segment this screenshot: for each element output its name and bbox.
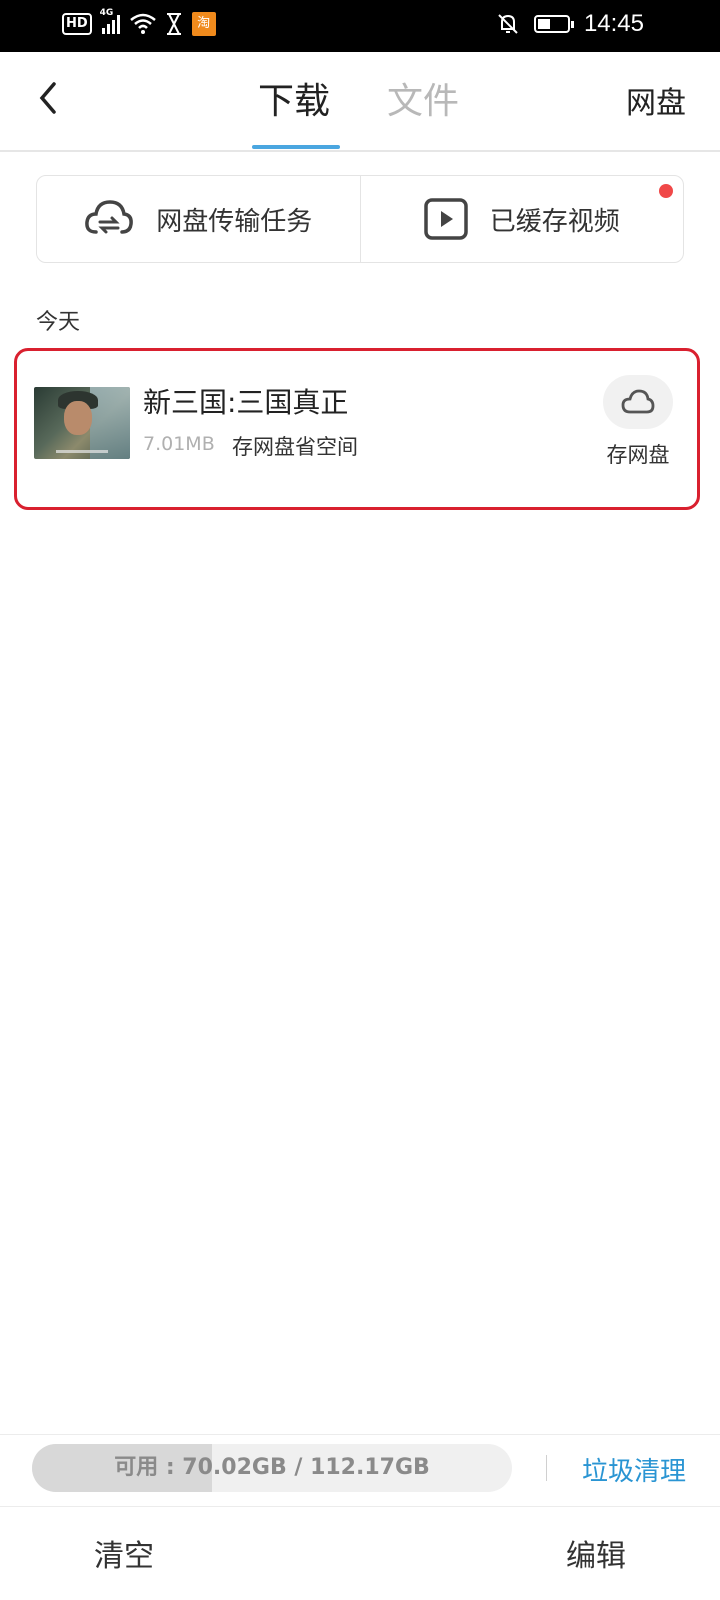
item-note: 存网盘省空间 [232,435,358,459]
notification-dot [659,184,673,198]
edit-button[interactable]: 编辑 [566,1531,626,1575]
tab-files[interactable]: 文件 [387,78,459,126]
item-title: 新三国:三国真正 [143,386,349,419]
cached-videos-label: 已缓存视频 [489,206,620,237]
cloud-transfer-label: 网盘传输任务 [156,206,313,237]
top-navigation: 下载 文件 网盘 [0,52,720,152]
mute-bell-icon [498,14,518,34]
wifi-icon [129,13,156,34]
download-item[interactable]: 新三国:三国真正 7.01MB 存网盘省空间 存网盘 [14,348,700,510]
save-to-cloud-button[interactable] [603,375,673,429]
bottom-action-bar: 清空 编辑 [0,1506,720,1600]
status-right: 14:45 [496,10,644,38]
cloud-icon [621,389,655,414]
cloud-transfer-card[interactable]: 网盘传输任务 [37,176,360,262]
storage-text: 可用 : 70.02GB / 112.17GB [114,1455,430,1480]
video-play-icon [423,198,468,240]
storage-area: 可用 : 70.02GB / 112.17GB 垃圾清理 [0,1434,720,1506]
network-type: 4G [99,8,114,18]
status-left: HD 4G 淘 [62,8,216,36]
tab-download[interactable]: 下载 [258,78,330,126]
status-time: 14:45 [583,10,644,37]
cached-videos-card[interactable]: 已缓存视频 [359,176,684,262]
status-bar: HD 4G 淘 14:45 [0,0,720,52]
quick-cards: 网盘传输任务 已缓存视频 [36,175,684,263]
hd-icon: HD [62,13,92,35]
cloud-transfer-icon [85,200,134,234]
divider [546,1455,547,1481]
back-button[interactable] [36,78,76,126]
junk-clean-link[interactable]: 垃圾清理 [582,1451,686,1488]
cloud-disk-link[interactable]: 网盘 [626,84,686,124]
taobao-app-icon: 淘 [191,12,216,36]
chevron-left-icon [39,82,56,114]
hourglass-icon [166,13,181,35]
item-size: 7.01MB [143,433,215,455]
video-thumbnail [34,387,130,459]
save-to-cloud-label[interactable]: 存网盘 [603,439,673,469]
signal-icon: 4G [100,8,120,34]
battery-icon [533,15,574,33]
storage-progress: 可用 : 70.02GB / 112.17GB [32,1444,512,1492]
active-tab-indicator [252,145,340,149]
section-title-today: 今天 [36,310,81,335]
clear-button[interactable]: 清空 [94,1531,154,1575]
